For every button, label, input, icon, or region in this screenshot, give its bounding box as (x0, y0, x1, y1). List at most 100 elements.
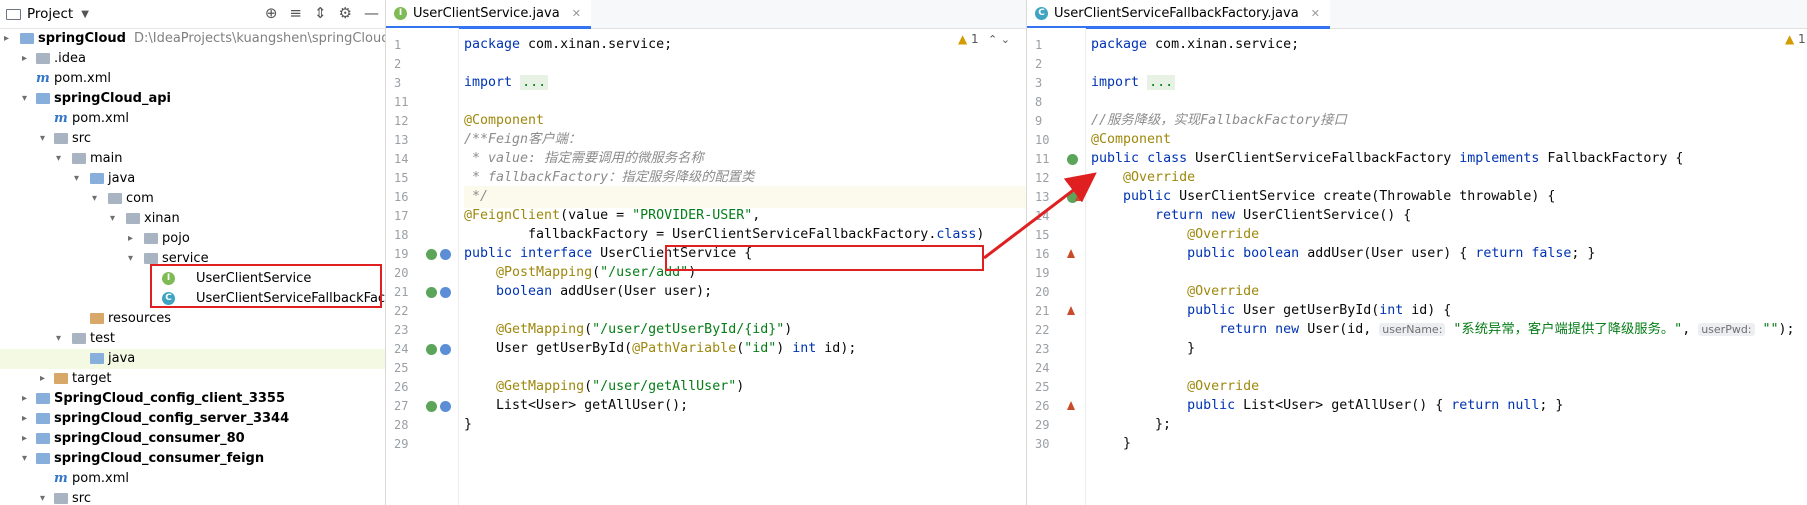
line-number: 29 (394, 437, 409, 451)
tree-item-label: resources (108, 311, 172, 326)
tree-item-label: target (72, 371, 112, 386)
tree-item[interactable]: ▾ com (0, 189, 385, 209)
implemented-icon[interactable] (440, 344, 451, 355)
editor-right-tabbar: C UserClientServiceFallbackFactory.java … (1027, 0, 1807, 29)
tab-user-client-service[interactable]: I UserClientService.java ✕ (386, 0, 591, 29)
tree-item-label: com (126, 191, 154, 206)
chevron-down-icon[interactable]: ▾ (110, 209, 115, 229)
tree-item[interactable]: ▸ springCloud D:\IdeaProjects\kuangshen\sp… (0, 29, 385, 49)
override-icon[interactable] (1067, 401, 1075, 410)
warning-icon[interactable]: ▲ 1 (1785, 32, 1806, 46)
tree-item-label: test (90, 331, 115, 346)
chevron-down-icon[interactable]: ▾ (56, 329, 61, 349)
tree-item[interactable]: ▾ xinan (0, 209, 385, 229)
editor-left-gutter: 1 2 3 11 12 13 14 15 16 17 18 19 20 21 22 23 24 25 26 27 28 2… (386, 28, 459, 505)
chevron-down-icon[interactable]: ▾ (74, 169, 79, 189)
close-icon[interactable]: ✕ (572, 7, 581, 20)
tree-item-label: java (108, 171, 136, 186)
editor-right-code[interactable]: package com.xinan.service; import ...//服务… (1091, 28, 1807, 505)
tree-item[interactable]: ▾ main (0, 149, 385, 169)
tree-item[interactable]: ▾ src (0, 129, 385, 149)
tree-item[interactable]: ▸ .idea (0, 49, 385, 69)
chevron-right-icon[interactable]: ▸ (22, 49, 27, 69)
warning-count: 1 (1798, 32, 1806, 46)
implemented-icon[interactable] (440, 249, 451, 260)
chevron-right-icon[interactable]: ▸ (22, 389, 27, 409)
module-folder-icon (36, 93, 50, 104)
tree-item[interactable]: ▾ java (0, 169, 385, 189)
expand-all-icon[interactable]: ≡ (289, 4, 302, 22)
collapse-all-icon[interactable]: ⇕ (314, 4, 327, 22)
chevron-right-icon[interactable]: ▸ (128, 229, 133, 249)
spring-bean-icon[interactable] (426, 344, 437, 355)
folder-icon (144, 253, 158, 264)
line-number: 30 (1035, 437, 1050, 451)
tree-item[interactable]: ▸ SpringCloud_config_client_3355 (0, 389, 385, 409)
tree-item[interactable]: ▾ test (0, 329, 385, 349)
tree-item[interactable]: m pom.xml (0, 109, 385, 129)
tree-item[interactable]: m pom.xml (0, 469, 385, 489)
tree-item[interactable]: ▾ springCloud_consumer_feign (0, 449, 385, 469)
warning-icon[interactable]: ▲ 1 (958, 32, 979, 46)
interface-icon: I (394, 6, 407, 20)
chevron-right-icon[interactable]: ▸ (4, 29, 9, 49)
tree-item[interactable]: m pom.xml (0, 69, 385, 89)
chevron-down-icon[interactable]: ▾ (22, 449, 27, 469)
chevron-right-icon[interactable]: ▸ (22, 409, 27, 429)
implemented-icon[interactable] (440, 287, 451, 298)
module-folder-icon (36, 433, 50, 444)
project-title[interactable]: Project (27, 6, 73, 22)
tree-item[interactable]: ▸ springCloud_consumer_80 (0, 429, 385, 449)
chevron-down-icon[interactable]: ▾ (40, 489, 45, 505)
tree-item[interactable]: ▸ springCloud_config_server_3344 (0, 409, 385, 429)
class-icon: C (1035, 6, 1048, 20)
tree-item-label: pom.xml (72, 471, 129, 486)
override-icon[interactable] (1067, 249, 1075, 258)
spring-bean-icon[interactable] (426, 249, 437, 260)
chevron-down-icon[interactable]: ▾ (56, 149, 61, 169)
chevron-down-icon[interactable]: ▾ (22, 89, 27, 109)
nav-arrows-icon[interactable]: ⌃ ⌄ (988, 33, 1010, 46)
tree-item[interactable]: ▾ src (0, 489, 385, 505)
chevron-right-icon[interactable]: ▸ (22, 429, 27, 449)
folder-icon (126, 213, 140, 224)
close-icon[interactable]: ✕ (1311, 7, 1320, 20)
module-folder-icon (90, 173, 104, 184)
tree-item[interactable]: resources (0, 309, 385, 329)
spring-bean-icon[interactable] (426, 401, 437, 412)
tab-user-client-service-fallback-factory[interactable]: C UserClientServiceFallbackFactory.java … (1027, 0, 1330, 29)
spring-bean-icon[interactable] (1067, 154, 1078, 165)
override-icon[interactable] (1067, 306, 1075, 315)
tree-item[interactable]: ▸ target (0, 369, 385, 389)
tree-item-label: pojo (162, 231, 190, 246)
spring-bean-icon[interactable] (426, 287, 437, 298)
tree-item[interactable]: ▾ springCloud_api (0, 89, 385, 109)
tree-item-label: src (72, 131, 91, 146)
minimize-icon[interactable]: — (364, 4, 379, 22)
gear-icon[interactable]: ⚙ (339, 4, 352, 22)
tree-item-label: springCloud_consumer_feign (54, 451, 265, 466)
module-folder-icon (36, 413, 50, 424)
tree-item[interactable]: ▸ pojo (0, 229, 385, 249)
folder-icon (72, 333, 86, 344)
tree-item[interactable]: java (0, 349, 385, 369)
tree-item-label: java (108, 351, 136, 366)
tab-label: UserClientServiceFallbackFactory.java (1054, 5, 1299, 21)
chevron-down-icon[interactable]: ▾ (40, 129, 45, 149)
chevron-down-icon[interactable]: ▾ (92, 189, 97, 209)
excluded-folder-icon (90, 313, 104, 324)
chevron-down-icon[interactable]: ▼ (81, 9, 89, 20)
tree-item-label: src (72, 491, 91, 505)
chevron-right-icon[interactable]: ▸ (40, 369, 45, 389)
tree-item-label: pom.xml (54, 71, 111, 86)
chevron-down-icon[interactable]: ▾ (128, 249, 133, 269)
tree-item-label: pom.xml (72, 111, 129, 126)
highlight-box-code (665, 245, 984, 271)
tree-item-label: springCloud D:\IdeaProjects\kuangshen\spr… (38, 29, 385, 49)
module-folder-icon (90, 353, 104, 364)
folder-icon (72, 153, 86, 164)
implemented-icon[interactable] (440, 401, 451, 412)
override-icon[interactable] (1075, 192, 1083, 201)
locate-icon[interactable]: ⊕ (265, 4, 278, 22)
